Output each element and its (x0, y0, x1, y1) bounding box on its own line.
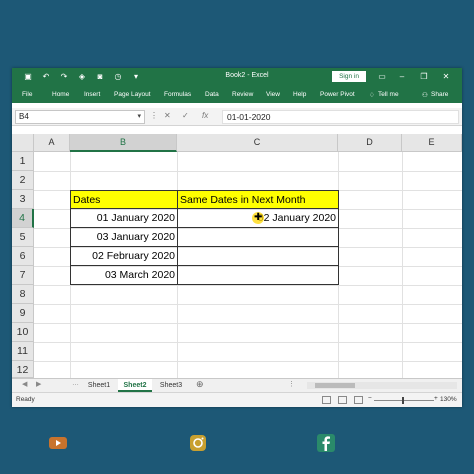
tab-help[interactable]: Help (293, 91, 306, 98)
cancel-icon[interactable]: ✕ (164, 111, 171, 120)
tab-file[interactable]: File (22, 91, 32, 98)
zoom-in-icon[interactable]: + (434, 395, 438, 402)
column-header-c[interactable]: C (177, 134, 338, 152)
row-header[interactable]: 10 (12, 323, 34, 342)
camera-icon[interactable]: ◙ (95, 71, 105, 83)
gridline (34, 285, 462, 286)
status-ready: Ready (16, 396, 35, 403)
gridline (34, 304, 462, 305)
row-header[interactable]: 7 (12, 266, 34, 285)
row-header[interactable]: 2 (12, 171, 34, 190)
cell-cursor-icon: ✚ (254, 212, 263, 223)
row-header[interactable]: 3 (12, 190, 34, 209)
row-header[interactable]: 9 (12, 304, 34, 323)
row-header[interactable]: 6 (12, 247, 34, 266)
cell-c7[interactable] (177, 266, 339, 285)
row-header[interactable]: 8 (12, 285, 34, 304)
column-header-a[interactable]: A (34, 134, 70, 152)
chevron-down-icon[interactable]: ▾ (137, 111, 141, 123)
youtube-icon[interactable] (48, 433, 68, 453)
tab-power-pivot[interactable]: Power Pivot (320, 91, 355, 98)
status-bar: Ready − + 130% (12, 392, 462, 407)
gridline (34, 323, 462, 324)
chevron-down-icon[interactable]: ▾ (131, 71, 141, 83)
ribbon-display-icon[interactable]: ▭ (376, 71, 388, 83)
page-break-view-icon[interactable] (354, 396, 363, 404)
undo-icon[interactable]: ↶ (41, 71, 51, 83)
tab-review[interactable]: Review (232, 91, 253, 98)
share-icon: ⚇ (422, 92, 428, 99)
prev-sheet-icon[interactable]: ◀ (22, 380, 27, 388)
tab-data[interactable]: Data (205, 91, 219, 98)
cell-c6[interactable] (177, 247, 339, 266)
instagram-icon[interactable] (188, 433, 208, 453)
cell-b7[interactable]: 03 March 2020 (70, 266, 178, 285)
name-box-value: B4 (19, 112, 29, 121)
normal-view-icon[interactable] (322, 396, 331, 404)
tab-formulas[interactable]: Formulas (164, 91, 191, 98)
more-icon: ⋮ (288, 381, 295, 388)
sheet-tab-sheet1[interactable]: Sheet1 (82, 379, 116, 392)
scroll-thumb[interactable] (315, 383, 355, 388)
zoom-level[interactable]: 130% (440, 396, 457, 403)
tab-view[interactable]: View (266, 91, 280, 98)
worksheet-grid[interactable]: A B C D E 1 2 3 4 5 6 7 8 9 10 11 12 Dat… (12, 134, 462, 378)
gridline (402, 152, 403, 378)
save-icon[interactable]: ▣ (23, 71, 33, 83)
preview-icon[interactable]: ◷ (113, 71, 123, 83)
tell-me-search[interactable]: Tell me (378, 91, 399, 98)
sheet-tab-sheet2[interactable]: Sheet2 (118, 379, 152, 392)
cell-b5[interactable]: 03 January 2020 (70, 228, 178, 247)
window-title: Book2 - Excel (225, 72, 269, 79)
header-cell-next-month[interactable]: Same Dates in Next Month (177, 190, 339, 209)
row-header[interactable]: 1 (12, 152, 34, 171)
column-header-d[interactable]: D (338, 134, 402, 152)
page-layout-view-icon[interactable] (338, 396, 347, 404)
lightbulb-icon: ♢ (369, 92, 375, 99)
formula-bar: B4 ▾ ⋮ ✕ ✓ fx 01-01-2020 (12, 108, 462, 126)
gridline (34, 361, 462, 362)
redo-icon[interactable]: ↷ (59, 71, 69, 83)
zoom-slider[interactable] (374, 400, 434, 401)
cell-c5[interactable] (177, 228, 339, 247)
maximize-button[interactable]: ❐ (418, 71, 430, 83)
next-sheet-icon[interactable]: ▶ (36, 380, 41, 388)
enter-icon[interactable]: ✓ (182, 111, 189, 120)
more-icon: … (72, 380, 79, 387)
column-header-b[interactable]: B (70, 134, 177, 152)
close-button[interactable]: ✕ (440, 71, 452, 83)
row-header[interactable]: 5 (12, 228, 34, 247)
gridline (34, 171, 462, 172)
gridline (34, 342, 462, 343)
formula-input[interactable]: 01-01-2020 (222, 110, 459, 124)
sheet-tab-bar: ◀ ▶ … Sheet1 Sheet2 Sheet3 ⊕ ⋮ (12, 378, 462, 392)
header-cell-dates[interactable]: Dates (70, 190, 178, 209)
column-header-e[interactable]: E (402, 134, 462, 152)
title-bar: ▣ ↶ ↷ ◈ ◙ ◷ ▾ Book2 - Excel Sign in ▭ – … (12, 68, 462, 86)
sheet-tab-sheet3[interactable]: Sheet3 (154, 379, 188, 392)
excel-window: ▣ ↶ ↷ ◈ ◙ ◷ ▾ Book2 - Excel Sign in ▭ – … (12, 68, 462, 407)
facebook-icon[interactable] (316, 433, 336, 453)
tab-home[interactable]: Home (52, 91, 69, 98)
cell-b4[interactable]: 01 January 2020 (70, 209, 178, 228)
sign-in-button[interactable]: Sign in (332, 71, 366, 82)
ribbon-tabs: File Home Insert Page Layout Formulas Da… (12, 86, 462, 103)
tab-page-layout[interactable]: Page Layout (114, 91, 151, 98)
share-button[interactable]: Share (431, 91, 448, 98)
cell-b6[interactable]: 02 February 2020 (70, 247, 178, 266)
tab-insert[interactable]: Insert (84, 91, 100, 98)
more-icon: ⋮ (150, 111, 158, 120)
minimize-button[interactable]: – (396, 71, 408, 83)
row-header[interactable]: 11 (12, 342, 34, 361)
row-header[interactable]: 4 (12, 209, 34, 228)
select-all-corner[interactable] (12, 134, 34, 152)
insert-function-button[interactable]: fx (202, 111, 208, 120)
name-box[interactable]: B4 ▾ (15, 110, 145, 124)
zoom-out-icon[interactable]: − (368, 395, 372, 402)
horizontal-scrollbar[interactable] (307, 382, 457, 389)
add-sheet-icon[interactable]: ⊕ (196, 379, 204, 390)
zoom-slider-thumb[interactable] (402, 397, 404, 404)
format-painter-icon[interactable]: ◈ (77, 71, 87, 83)
row-header[interactable]: 12 (12, 361, 34, 378)
